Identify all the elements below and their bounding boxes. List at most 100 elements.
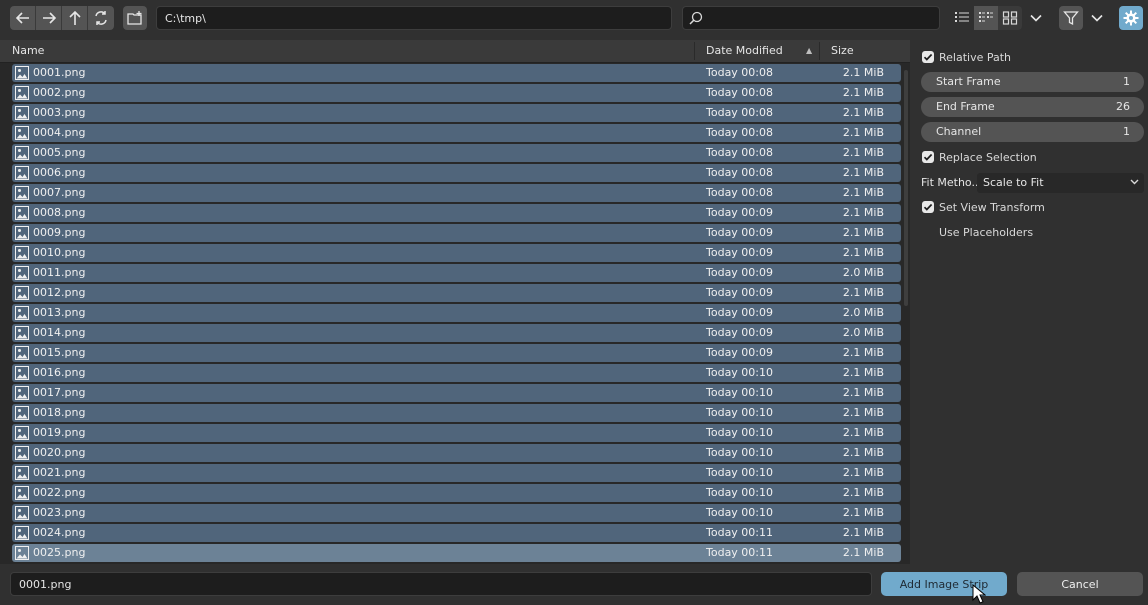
vertical-list-icon [955, 12, 969, 22]
file-date-modified: Today 00:08 [706, 66, 774, 79]
file-row[interactable]: 0005.png Today 00:08 2.1 MiB [12, 144, 901, 162]
file-size: 2.1 MiB [842, 86, 884, 99]
set-view-transform-checkbox[interactable]: Set View Transform [922, 198, 1045, 216]
use-placeholders-checkbox[interactable]: Use Placeholders [922, 223, 1033, 241]
file-size: 2.1 MiB [842, 546, 884, 559]
file-row[interactable]: 0017.png Today 00:10 2.1 MiB [12, 384, 901, 402]
file-row[interactable]: 0002.png Today 00:08 2.1 MiB [12, 84, 901, 102]
search-input[interactable] [682, 6, 940, 30]
new-folder-icon [127, 11, 142, 25]
filename-input[interactable]: 0001.png [10, 572, 872, 596]
image-file-icon [15, 406, 29, 420]
file-row[interactable]: 0014.png Today 00:09 2.0 MiB [12, 324, 901, 342]
file-row[interactable]: 0019.png Today 00:10 2.1 MiB [12, 424, 901, 442]
file-name: 0016.png [33, 366, 86, 379]
file-row[interactable]: 0009.png Today 00:09 2.1 MiB [12, 224, 901, 242]
file-row[interactable]: 0011.png Today 00:09 2.0 MiB [12, 264, 901, 282]
file-row[interactable]: 0013.png Today 00:09 2.0 MiB [12, 304, 901, 322]
column-date-header[interactable]: Date Modified [706, 44, 783, 57]
sort-ascending-indicator: ▲ [806, 46, 813, 55]
parent-directory-button[interactable] [62, 6, 88, 30]
forward-button[interactable] [36, 6, 62, 30]
file-row[interactable]: 0008.png Today 00:09 2.1 MiB [12, 204, 901, 222]
file-size: 2.1 MiB [842, 246, 884, 259]
mouse-pointer-icon [972, 584, 986, 604]
image-file-icon [15, 546, 29, 560]
file-row[interactable]: 0020.png Today 00:10 2.1 MiB [12, 444, 901, 462]
replace-selection-checkbox[interactable]: Replace Selection [922, 148, 1037, 166]
file-size: 2.1 MiB [842, 526, 884, 539]
file-size: 2.1 MiB [842, 226, 884, 239]
file-row[interactable]: 0004.png Today 00:08 2.1 MiB [12, 124, 901, 142]
back-arrow-icon [15, 12, 29, 24]
column-separator[interactable] [819, 42, 820, 60]
file-row[interactable]: 0024.png Today 00:11 2.1 MiB [12, 524, 901, 542]
file-date-modified: Today 00:08 [706, 186, 774, 199]
file-list-scrollbar[interactable] [904, 70, 908, 306]
file-date-modified: Today 00:10 [706, 406, 774, 419]
add-image-strip-button[interactable]: Add Image Strip [881, 572, 1007, 596]
chevron-down-icon [1030, 14, 1042, 22]
file-date-modified: Today 00:08 [706, 86, 774, 99]
column-separator[interactable] [694, 42, 695, 60]
cancel-button[interactable]: Cancel [1017, 572, 1143, 596]
file-row[interactable]: 0015.png Today 00:09 2.1 MiB [12, 344, 901, 362]
start-frame-field[interactable]: Start Frame 1 [921, 72, 1144, 92]
file-size: 2.1 MiB [842, 486, 884, 499]
vertical-list-button[interactable] [950, 6, 974, 30]
refresh-button[interactable] [88, 6, 114, 30]
file-row[interactable]: 0021.png Today 00:10 2.1 MiB [12, 464, 901, 482]
file-size: 2.1 MiB [842, 126, 884, 139]
fit-method-label: Fit Metho... [921, 176, 982, 189]
checkbox-checked-icon [922, 51, 934, 63]
file-row[interactable]: 0006.png Today 00:08 2.1 MiB [12, 164, 901, 182]
end-frame-field[interactable]: End Frame 26 [921, 97, 1144, 117]
set-view-transform-label: Set View Transform [939, 200, 1045, 214]
file-date-modified: Today 00:09 [706, 286, 774, 299]
file-name: 0024.png [33, 526, 86, 539]
horizontal-list-button[interactable] [974, 6, 998, 30]
file-row[interactable]: 0003.png Today 00:08 2.1 MiB [12, 104, 901, 122]
file-name: 0001.png [33, 66, 86, 79]
file-size: 2.1 MiB [842, 346, 884, 359]
new-folder-button[interactable] [123, 6, 147, 30]
file-list: Name Date Modified ▲ Size 0001.png Today … [0, 40, 910, 564]
relative-path-checkbox[interactable]: Relative Path [922, 48, 1011, 66]
file-row[interactable]: 0010.png Today 00:09 2.1 MiB [12, 244, 901, 262]
file-row[interactable]: 0016.png Today 00:10 2.1 MiB [12, 364, 901, 382]
back-button[interactable] [10, 6, 36, 30]
file-size: 2.1 MiB [842, 386, 884, 399]
file-size: 2.1 MiB [842, 146, 884, 159]
fit-method-select[interactable]: Scale to Fit [977, 173, 1144, 193]
channel-label: Channel [936, 125, 982, 138]
file-name: 0009.png [33, 226, 86, 239]
image-file-icon [15, 366, 29, 380]
file-row[interactable]: 0023.png Today 00:10 2.1 MiB [12, 504, 901, 522]
file-row[interactable]: 0025.png Today 00:11 2.1 MiB [12, 544, 901, 562]
filter-toggle-button[interactable] [1059, 6, 1083, 30]
file-date-modified: Today 00:10 [706, 386, 774, 399]
directory-path-input[interactable]: C:\tmp\ [156, 6, 672, 30]
image-file-icon [15, 446, 29, 460]
settings-toggle-button[interactable] [1119, 6, 1143, 30]
file-size: 2.1 MiB [842, 186, 884, 199]
filter-options-dropdown[interactable] [1085, 6, 1109, 30]
file-row[interactable]: 0012.png Today 00:09 2.1 MiB [12, 284, 901, 302]
file-name: 0013.png [33, 306, 86, 319]
file-row[interactable]: 0018.png Today 00:10 2.1 MiB [12, 404, 901, 422]
image-file-icon [15, 486, 29, 500]
column-size-header[interactable]: Size [831, 44, 854, 57]
file-name: 0025.png [33, 546, 86, 559]
file-name: 0012.png [33, 286, 86, 299]
file-name: 0019.png [33, 426, 86, 439]
file-row[interactable]: 0001.png Today 00:08 2.1 MiB [12, 64, 901, 82]
column-name-header[interactable]: Name [12, 44, 44, 57]
chevron-down-icon [1091, 14, 1103, 22]
navigation-buttons [10, 6, 114, 30]
file-row[interactable]: 0022.png Today 00:10 2.1 MiB [12, 484, 901, 502]
display-options-dropdown[interactable] [1024, 6, 1048, 30]
file-row[interactable]: 0007.png Today 00:08 2.1 MiB [12, 184, 901, 202]
file-browser-toolbar: C:\tmp\ [0, 0, 1148, 36]
thumbnails-button[interactable] [998, 6, 1022, 30]
channel-field[interactable]: Channel 1 [921, 122, 1144, 142]
